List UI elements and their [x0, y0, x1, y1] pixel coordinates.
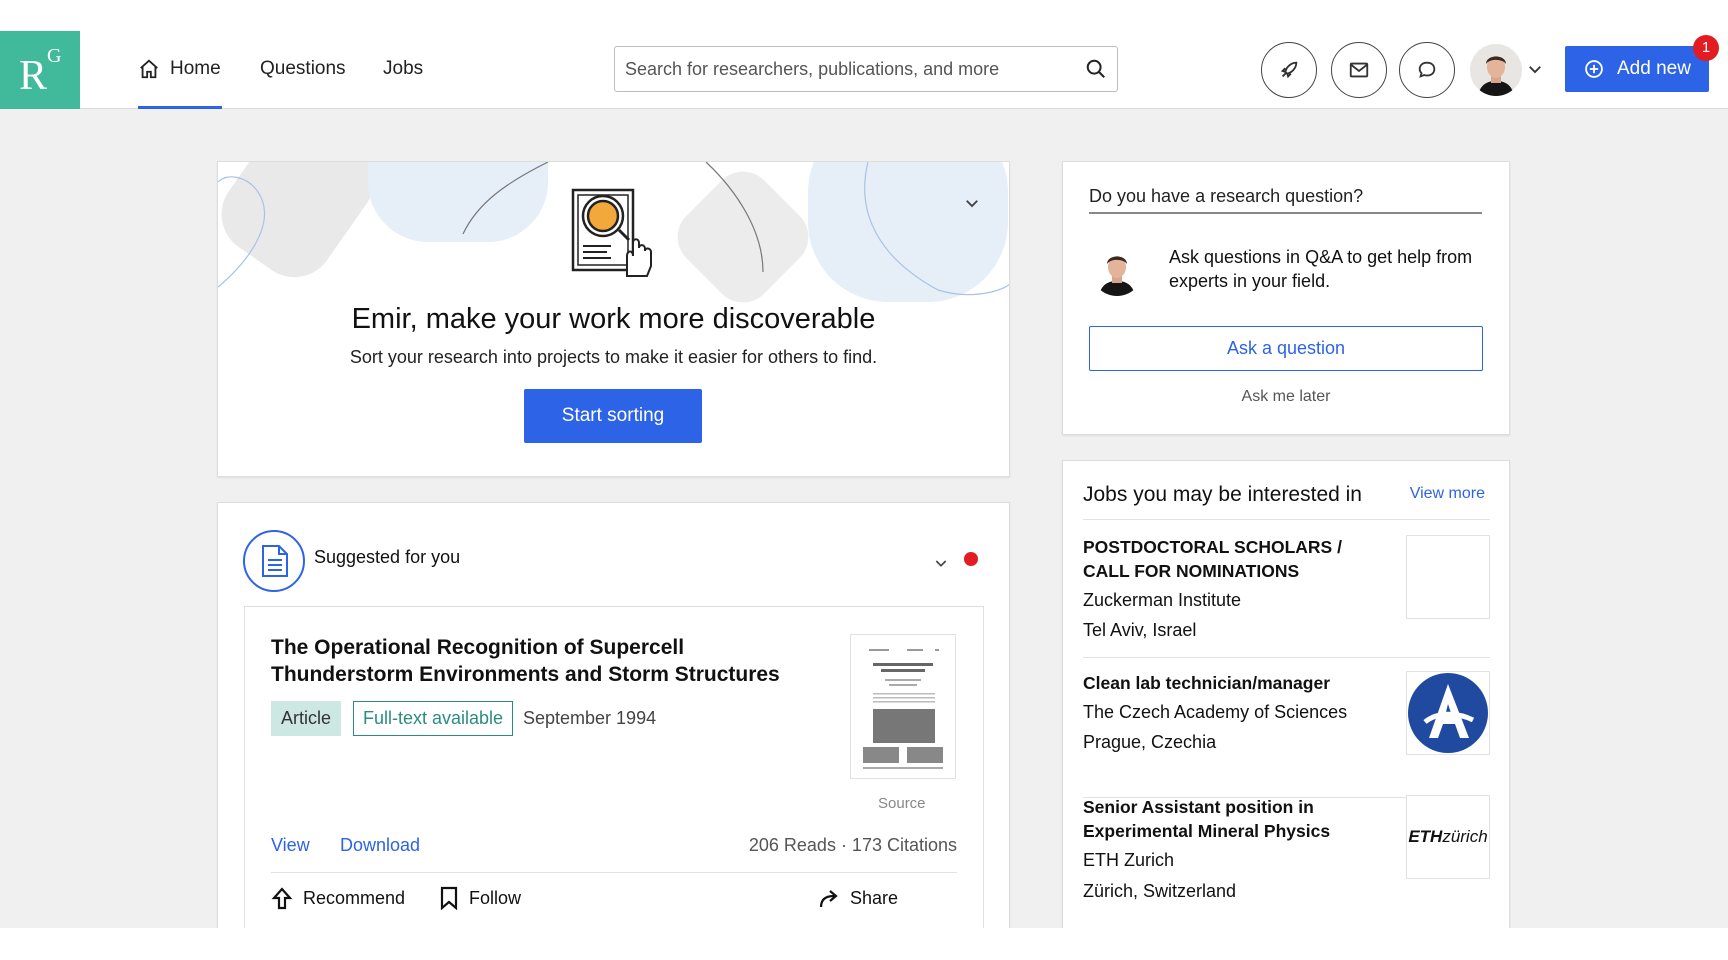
document-search-icon [571, 188, 652, 277]
document-icon [262, 545, 288, 577]
chevron-down-icon[interactable] [963, 194, 981, 212]
messages-button[interactable] [1331, 42, 1387, 98]
plus-circle-icon [1585, 60, 1603, 78]
chat-bubble-icon [1418, 61, 1436, 78]
eth-logo-subtext: zürich [1442, 827, 1488, 846]
start-sorting-button[interactable]: Start sorting [524, 389, 702, 443]
logo-letter: R [19, 53, 48, 99]
question-prompt: Do you have a research question? [1089, 186, 1364, 206]
job-item[interactable]: Clean lab technician/manager The Czech A… [1083, 671, 1490, 771]
nav-jobs[interactable]: Jobs [383, 56, 423, 109]
job-location: Prague, Czechia [1083, 732, 1217, 752]
document-badge [243, 530, 305, 592]
add-new-label: Add new [1617, 58, 1691, 79]
publication-title[interactable]: The Operational Recognition of Supercell… [271, 634, 811, 688]
share-arrow-icon [819, 890, 838, 908]
search-input[interactable] [625, 47, 1065, 91]
chevron-down-icon[interactable] [1526, 60, 1544, 78]
add-new-button[interactable]: Add new [1565, 46, 1709, 92]
document-preview-image [863, 649, 943, 769]
jobs-heading: Jobs you may be interested in [1083, 483, 1362, 506]
question-description: Ask questions in Q&A to get help from ex… [1169, 247, 1473, 291]
rocket-button[interactable] [1261, 42, 1317, 98]
app-window: R G Home Questions Jobs Search for resea… [0, 0, 1728, 928]
divider [1083, 657, 1490, 658]
view-link[interactable]: View [271, 835, 310, 856]
notification-badge: 1 [1693, 35, 1719, 61]
nav-home[interactable]: Home [138, 56, 222, 109]
fulltext-badge: Full-text available [353, 701, 514, 736]
discoverability-card: Emir, make your work more discoverable S… [217, 161, 1010, 477]
top-header: R G Home Questions Jobs Search for resea… [0, 0, 1728, 109]
organization-logo [1406, 535, 1490, 619]
bookmark-icon [440, 886, 458, 910]
divider [271, 872, 957, 873]
suggested-heading: Suggested for you [314, 547, 461, 567]
ask-question-button[interactable]: Ask a question [1089, 326, 1483, 371]
user-avatar [1091, 244, 1143, 296]
nav-jobs-label: Jobs [383, 58, 424, 79]
job-organization: Zuckerman Institute [1083, 590, 1242, 610]
job-item[interactable]: POSTDOCTORAL SCHOLARS / CALL FOR NOMINAT… [1083, 535, 1490, 640]
source-label: Source [878, 795, 926, 812]
share-label: Share [850, 888, 899, 908]
download-link[interactable]: Download [340, 835, 420, 856]
logo-superscript: G [47, 45, 62, 67]
publication-thumbnail[interactable] [850, 634, 956, 779]
mail-icon [1349, 62, 1369, 78]
job-organization: ETH Zurich [1083, 850, 1175, 870]
ask-later-link[interactable]: Ask me later [1063, 388, 1509, 406]
organization-logo: ETHzürich [1406, 795, 1490, 879]
eth-logo-text: ETH [1408, 827, 1443, 846]
job-location: Tel Aviv, Israel [1083, 620, 1197, 640]
job-title[interactable]: Senior Assistant position in Experimenta… [1083, 795, 1393, 843]
publication-item: The Operational Recognition of Supercell… [244, 606, 984, 928]
job-item[interactable]: Senior Assistant position in Experimenta… [1083, 795, 1490, 905]
article-type-badge: Article [271, 701, 342, 736]
organization-logo [1406, 671, 1490, 755]
avatar-image [1470, 44, 1522, 96]
publication-date: September 1994 [523, 708, 657, 728]
divider [1083, 519, 1490, 520]
chevron-down-icon[interactable] [933, 555, 949, 571]
follow-label: Follow [469, 888, 522, 908]
job-location: Zürich, Switzerland [1083, 881, 1237, 901]
researchgate-logo[interactable]: R G [0, 31, 80, 109]
suggested-card: Suggested for you The Operational Recogn… [217, 502, 1010, 928]
czech-academy-logo [1408, 673, 1488, 753]
job-organization: The Czech Academy of Sciences [1083, 702, 1348, 722]
rocket-icon [1280, 61, 1298, 79]
job-title[interactable]: Clean lab technician/manager [1083, 671, 1393, 695]
arrow-up-icon [271, 887, 293, 910]
recommend-label: Recommend [303, 888, 406, 908]
user-avatar[interactable] [1470, 44, 1522, 96]
chat-button[interactable] [1399, 42, 1455, 98]
promo-subtitle: Sort your research into projects to make… [349, 347, 878, 367]
search-box [614, 46, 1118, 92]
nav-home-label: Home [170, 58, 221, 79]
nav-questions-label: Questions [260, 58, 346, 79]
nav-questions[interactable]: Questions [260, 56, 346, 109]
reads-citations-count: 206 Reads · 173 Citations [748, 835, 957, 855]
home-icon [140, 59, 158, 79]
avatar-image [1091, 244, 1143, 296]
view-more-link[interactable]: View more [1410, 485, 1485, 503]
promo-title: Emir, make your work more discoverable [351, 303, 876, 335]
unread-indicator [964, 552, 978, 566]
search-icon[interactable] [1085, 58, 1107, 80]
research-question-card: Do you have a research question? Ask que… [1062, 161, 1510, 435]
jobs-card: Jobs you may be interested in View more … [1062, 460, 1510, 928]
divider [1089, 212, 1482, 214]
job-title[interactable]: POSTDOCTORAL SCHOLARS / CALL FOR NOMINAT… [1083, 535, 1393, 583]
